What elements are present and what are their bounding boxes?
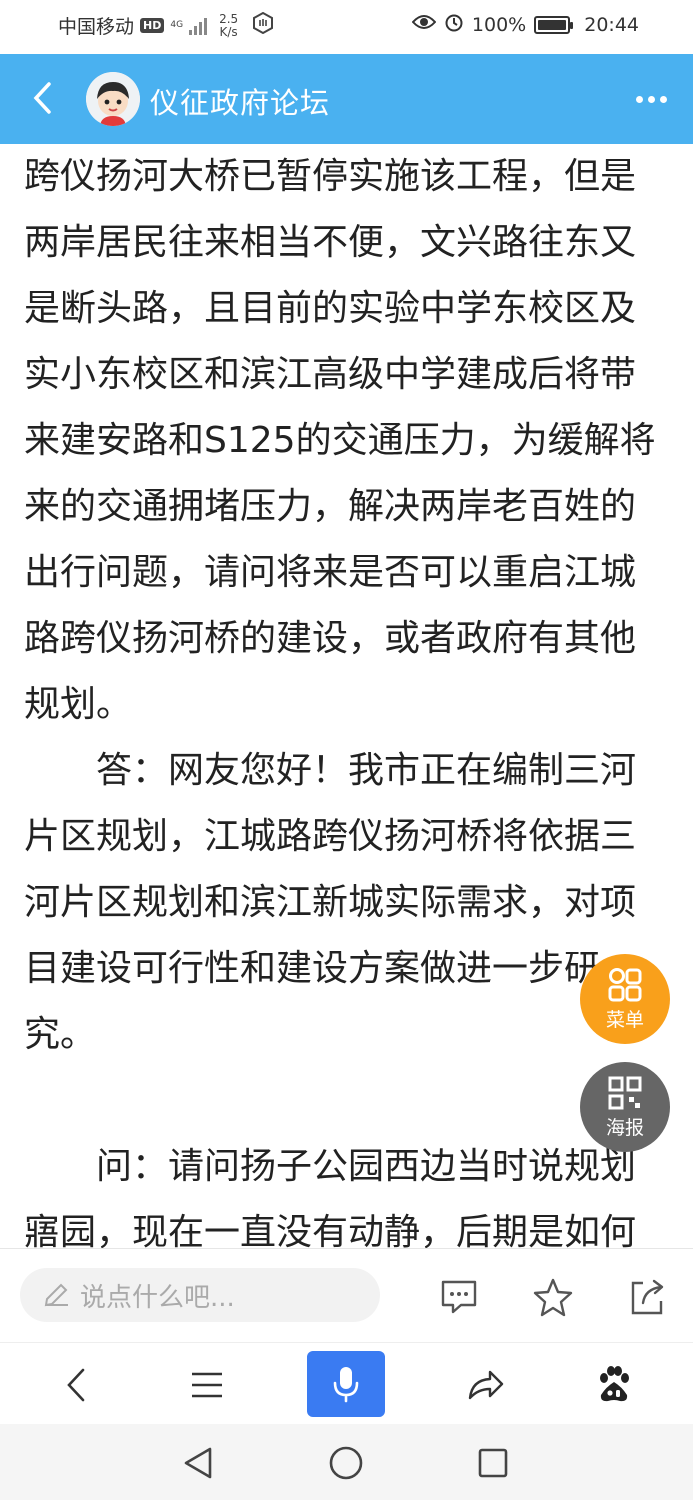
favorite-button[interactable] — [531, 1275, 575, 1319]
status-right: 100% 20:44 — [411, 12, 639, 37]
poster-fab-label: 海报 — [605, 1116, 644, 1139]
triangle-back-icon — [184, 1447, 212, 1479]
browser-forward-button[interactable] — [462, 1361, 510, 1409]
baidu-button[interactable] — [590, 1361, 638, 1409]
baidu-paw-icon — [600, 1366, 629, 1402]
signal-icon — [189, 17, 208, 35]
hamburger-icon — [192, 1372, 222, 1398]
carrier-name: 中国移动 — [58, 16, 135, 38]
network-speed: 2.5 K/s — [219, 11, 239, 39]
comment-placeholder: 说点什么吧... — [80, 1282, 235, 1313]
alarm-icon — [444, 12, 464, 37]
pencil-icon — [44, 1283, 68, 1307]
forward-arrow-icon — [468, 1370, 504, 1400]
qr-code-icon — [608, 1076, 642, 1109]
browser-menu-button[interactable] — [183, 1361, 231, 1409]
dot-icon — [659, 95, 667, 103]
share-icon — [631, 1279, 664, 1315]
system-navigation-bar — [0, 1424, 693, 1500]
eye-icon — [411, 13, 437, 36]
question-paragraph: 问：请问扬子公园西边当时说规划寤园，现在一直没有动静，后期是如何 — [24, 1146, 637, 1248]
battery-icon — [534, 15, 574, 34]
system-recents-button[interactable] — [472, 1442, 514, 1484]
forum-avatar[interactable] — [86, 72, 140, 126]
share-button[interactable] — [625, 1275, 669, 1319]
hd-badge: HD — [140, 18, 165, 33]
network-type: 4G — [170, 20, 184, 30]
comment-button[interactable] — [437, 1275, 481, 1319]
speed-unit: K/s — [219, 24, 238, 39]
chevron-left-icon — [33, 82, 51, 114]
comment-icon — [441, 1280, 477, 1314]
browser-back-button[interactable] — [52, 1361, 100, 1409]
comment-input[interactable]: 说点什么吧... — [20, 1268, 380, 1322]
page-title: 仪征政府论坛 — [150, 86, 331, 120]
app-header: 仪征政府论坛 — [0, 54, 693, 144]
comment-bar: 说点什么吧... — [0, 1248, 693, 1342]
status-bar: 中国移动 HD 4G 2.5 K/s 100% 20:44 — [0, 0, 693, 54]
article-content: 跨仪扬河大桥已暂停实施该工程，但是两岸居民往来相当不便，文兴路往东又是断头路，且… — [24, 144, 664, 1248]
voice-search-button[interactable] — [307, 1351, 385, 1417]
system-home-button[interactable] — [325, 1442, 367, 1484]
circle-home-icon — [329, 1446, 363, 1480]
poster-fab-button[interactable]: 海报 — [580, 1062, 670, 1152]
grid-icon — [608, 967, 642, 1001]
back-button[interactable] — [22, 78, 62, 118]
system-back-button[interactable] — [177, 1442, 219, 1484]
star-icon — [533, 1278, 573, 1317]
answer-paragraph: 答：网友您好！我市正在编制三河片区规划，江城路跨仪扬河桥将依据三河片区规划和滨江… — [24, 750, 637, 1055]
microphone-icon — [333, 1367, 359, 1403]
more-options-button[interactable] — [631, 84, 671, 114]
menu-fab-label: 菜单 — [605, 1008, 644, 1031]
clock: 20:44 — [584, 13, 639, 36]
article-paragraph: 跨仪扬河大桥已暂停实施该工程，但是两岸居民往来相当不便，文兴路往东又是断头路，且… — [24, 156, 656, 725]
speed-value: 2.5 — [219, 11, 239, 26]
dot-icon — [647, 95, 655, 103]
square-recents-icon — [478, 1448, 508, 1478]
dot-icon — [635, 95, 643, 103]
browser-toolbar — [0, 1342, 693, 1424]
status-left: 中国移动 HD 4G 2.5 K/s — [58, 11, 274, 39]
battery-percent: 100% — [471, 13, 527, 36]
chevron-left-icon — [67, 1368, 85, 1402]
menu-fab-button[interactable]: 菜单 — [580, 954, 670, 1044]
hand-icon — [252, 11, 274, 39]
